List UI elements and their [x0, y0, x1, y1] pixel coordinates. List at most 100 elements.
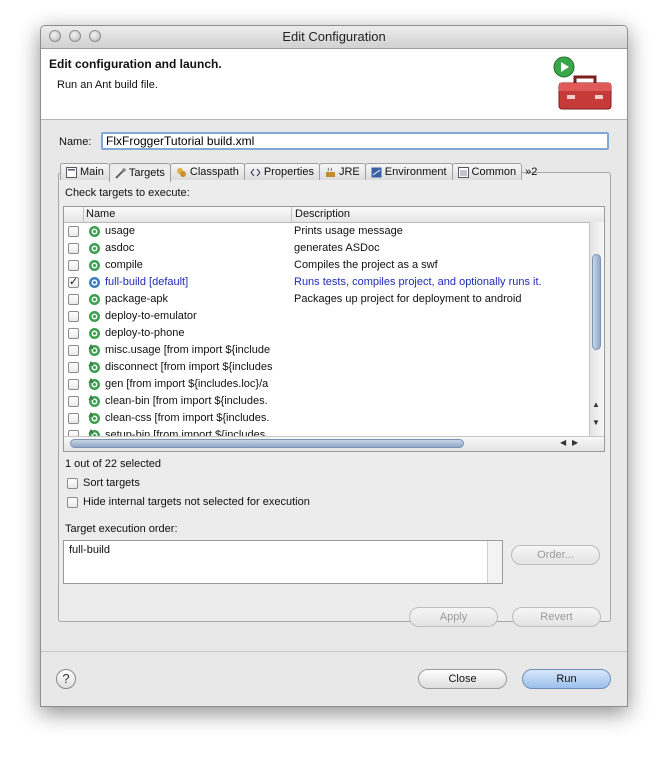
- target-checkbox[interactable]: [68, 311, 79, 322]
- common-icon: [457, 166, 469, 178]
- header-title: Edit configuration and launch.: [49, 57, 222, 71]
- footer-divider: [41, 651, 627, 652]
- targets-icon: [115, 167, 126, 179]
- table-row[interactable]: clean-css [from import ${includes.: [64, 410, 590, 427]
- hide-internal-option[interactable]: Hide internal targets not selected for e…: [67, 496, 310, 508]
- target-name: gen [from import ${includes.loc}/a: [105, 378, 269, 390]
- close-button[interactable]: Close: [418, 669, 507, 689]
- target-checkbox[interactable]: [68, 379, 79, 390]
- table-row[interactable]: misc.usage [from import ${include: [64, 342, 590, 359]
- table-row[interactable]: deploy-to-phone: [64, 325, 590, 342]
- more-tabs-button[interactable]: »2: [521, 163, 541, 180]
- imported-target-icon: [88, 412, 100, 424]
- target-name: compile: [105, 259, 143, 271]
- target-checkbox[interactable]: [68, 294, 79, 305]
- table-row[interactable]: compile Compiles the project as a swf: [64, 257, 590, 274]
- revert-button[interactable]: Revert: [512, 607, 601, 627]
- tab-targets[interactable]: Targets: [108, 163, 171, 182]
- help-button[interactable]: ?: [56, 669, 76, 689]
- scroll-right-arrow[interactable]: ▶: [572, 438, 578, 447]
- hide-internal-checkbox[interactable]: [67, 496, 78, 508]
- tab-common[interactable]: Common: [451, 163, 523, 180]
- sort-targets-label: Sort targets: [83, 477, 140, 489]
- target-name: usage: [105, 225, 135, 237]
- tab-classpath[interactable]: Classpath: [169, 163, 245, 180]
- target-checkbox[interactable]: [68, 328, 79, 339]
- classpath-icon: [176, 167, 186, 177]
- target-description: generates ASDoc: [294, 242, 380, 254]
- apply-button[interactable]: Apply: [409, 607, 498, 627]
- name-label: Name:: [59, 136, 92, 148]
- table-row[interactable]: ✓ full-build [default] Runs tests, compile…: [64, 274, 590, 291]
- table-row[interactable]: disconnect [from import ${includes: [64, 359, 590, 376]
- table-row[interactable]: asdoc generates ASDoc: [64, 240, 590, 257]
- target-name: deploy-to-emulator: [105, 310, 197, 322]
- title-bar[interactable]: Edit Configuration: [41, 26, 627, 49]
- scroll-up-arrow[interactable]: ▲: [592, 400, 600, 409]
- run-button[interactable]: Run: [522, 669, 611, 689]
- tab-label: Environment: [384, 166, 447, 178]
- tab-main[interactable]: Main: [60, 163, 110, 180]
- tab-label: Classpath: [189, 166, 239, 178]
- imported-target-icon: [88, 395, 100, 407]
- header-subtitle: Run an Ant build file.: [57, 79, 158, 91]
- tab-label: JRE: [338, 166, 360, 178]
- sort-targets-option[interactable]: Sort targets: [67, 477, 140, 489]
- dialog-header: Edit configuration and launch. Run an An…: [41, 49, 627, 120]
- sort-targets-checkbox[interactable]: [67, 477, 78, 489]
- column-header-description[interactable]: Description: [295, 208, 350, 220]
- target-checkbox[interactable]: [68, 362, 79, 373]
- target-name: deploy-to-phone: [105, 327, 185, 339]
- table-header: Name Description: [64, 207, 604, 223]
- table-row[interactable]: package-apk Packages up project for deplo…: [64, 291, 590, 308]
- target-icon: [89, 311, 100, 322]
- execution-order-list[interactable]: full-build: [63, 540, 503, 584]
- selected-count: 1 out of 22 selected: [65, 458, 162, 470]
- horizontal-scrollbar[interactable]: ◀ ▶: [64, 436, 604, 451]
- target-checkbox[interactable]: [68, 260, 79, 271]
- imported-target-icon: [88, 378, 100, 390]
- target-icon: [89, 243, 100, 254]
- default-target-icon: [89, 277, 100, 288]
- execution-order-label: Target execution order:: [65, 523, 178, 535]
- target-name: disconnect [from import ${includes: [105, 361, 273, 373]
- horizontal-scroll-thumb[interactable]: [70, 439, 464, 448]
- properties-icon: [250, 168, 261, 176]
- table-row[interactable]: deploy-to-emulator: [64, 308, 590, 325]
- table-row[interactable]: usage Prints usage message: [64, 223, 590, 240]
- column-header-name[interactable]: Name: [86, 208, 115, 220]
- tab-jre[interactable]: JRE: [318, 163, 366, 180]
- target-name: clean-css [from import ${includes.: [105, 412, 270, 424]
- target-icon: [89, 294, 100, 305]
- target-name: misc.usage [from import ${include: [105, 344, 271, 356]
- column-separator: [83, 207, 84, 222]
- hide-internal-label: Hide internal targets not selected for e…: [83, 496, 310, 508]
- target-checkbox[interactable]: [68, 396, 79, 407]
- order-button[interactable]: Order...: [511, 545, 600, 565]
- target-name: package-apk: [105, 293, 168, 305]
- target-checkbox[interactable]: [68, 413, 79, 424]
- table-row[interactable]: gen [from import ${includes.loc}/a: [64, 376, 590, 393]
- vertical-scroll-thumb[interactable]: [592, 254, 601, 350]
- target-checkbox[interactable]: [68, 345, 79, 356]
- environment-icon: [371, 167, 382, 177]
- vertical-scrollbar[interactable]: ▲ ▼: [589, 222, 604, 436]
- execution-order-scrollbar[interactable]: [487, 541, 502, 583]
- tab-label: Properties: [263, 166, 314, 178]
- target-checkbox[interactable]: ✓: [68, 277, 79, 288]
- scroll-left-arrow[interactable]: ◀: [560, 438, 566, 447]
- tab-label: Targets: [128, 167, 165, 179]
- table-row[interactable]: clean-bin [from import ${includes.: [64, 393, 590, 410]
- imported-target-icon: [88, 344, 100, 356]
- target-checkbox[interactable]: [68, 243, 79, 254]
- imported-target-icon: [88, 361, 100, 373]
- scroll-down-arrow[interactable]: ▼: [592, 418, 600, 427]
- tab-label: Common: [471, 166, 517, 178]
- tab-properties[interactable]: Properties: [243, 163, 320, 180]
- target-description: Compiles the project as a swf: [294, 259, 438, 271]
- tab-environment[interactable]: Environment: [364, 163, 453, 180]
- target-checkbox[interactable]: [68, 226, 79, 237]
- target-name: asdoc: [105, 242, 135, 254]
- jre-icon: [325, 167, 335, 177]
- configuration-name-input[interactable]: [101, 132, 609, 150]
